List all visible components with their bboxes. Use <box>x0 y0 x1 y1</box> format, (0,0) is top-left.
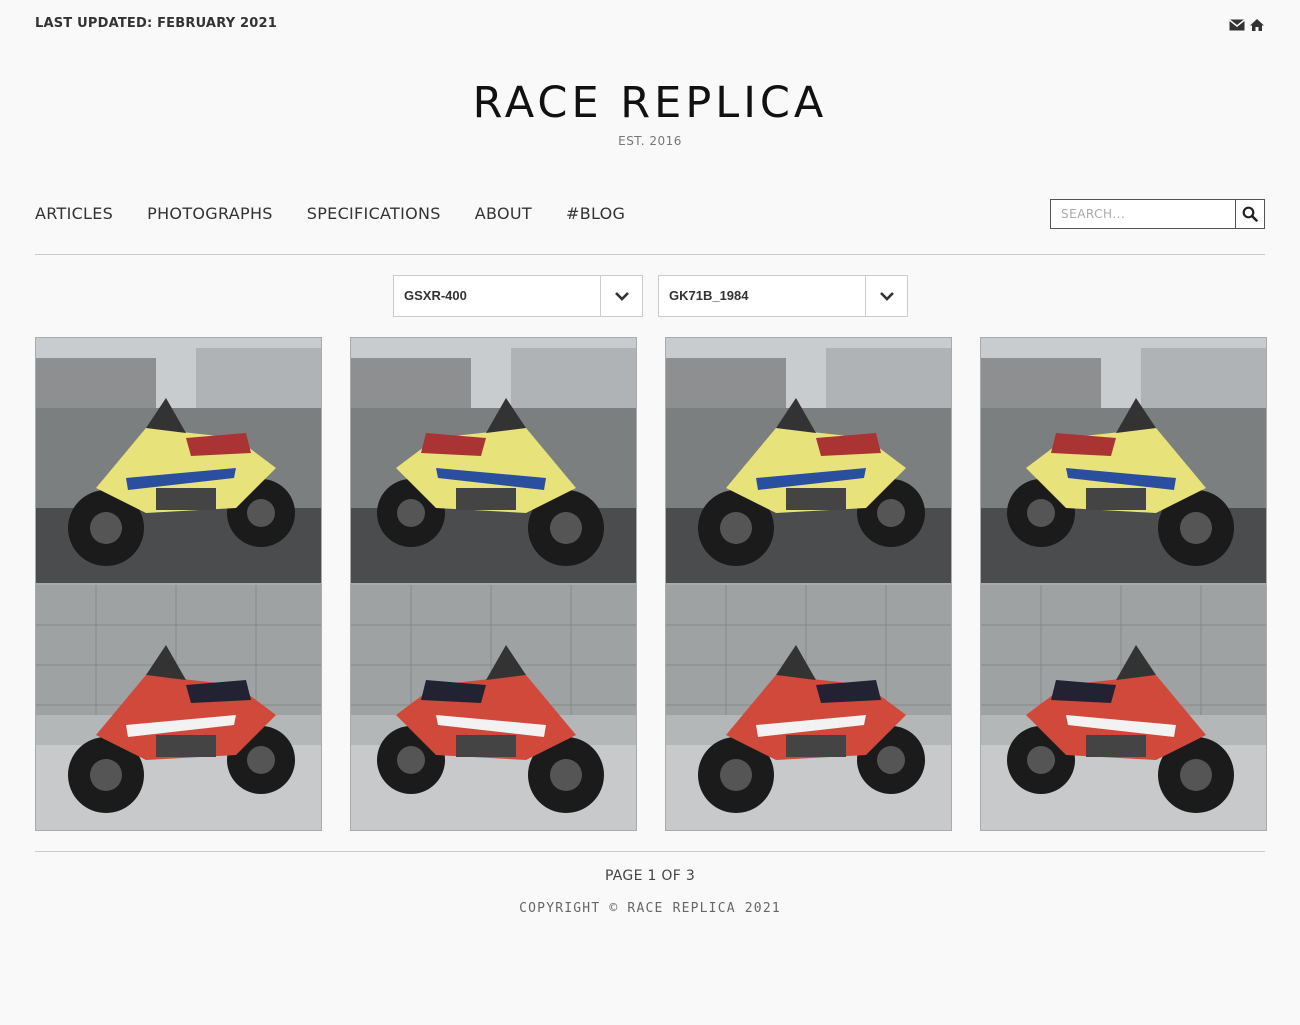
pagination-text: PAGE 1 OF 3 <box>604 868 696 884</box>
gallery-photo[interactable] <box>980 337 1267 584</box>
site-logo[interactable]: RACE REPLICA EST. 2016 <box>0 78 1300 148</box>
search-input[interactable] <box>1051 200 1235 228</box>
nav-item-articles[interactable]: ARTICLES <box>35 204 113 223</box>
model-select[interactable]: GSXR-400 <box>393 275 643 317</box>
filter-bar: GSXR-400 GK71B_1984 <box>393 275 908 317</box>
search-button[interactable] <box>1235 200 1264 228</box>
nav-item-specifications[interactable]: SPECIFICATIONS <box>307 204 441 223</box>
main-nav: ARTICLES PHOTOGRAPHS SPECIFICATIONS ABOU… <box>35 204 659 223</box>
model-select-value: GSXR-400 <box>404 288 467 303</box>
gallery-photo[interactable] <box>665 337 952 584</box>
search-box <box>1050 199 1265 229</box>
divider <box>35 851 1265 852</box>
site-title[interactable]: RACE REPLICA <box>0 78 1300 128</box>
top-bar: LAST UPDATED: FEBRUARY 2021 <box>35 16 1265 36</box>
site-established: EST. 2016 <box>618 134 682 148</box>
envelope-icon[interactable] <box>1229 17 1245 31</box>
photo-gallery <box>35 337 1267 831</box>
nav-item-about[interactable]: ABOUT <box>475 204 532 223</box>
nav-item-blog[interactable]: #BLOG <box>566 204 625 223</box>
gallery-photo[interactable] <box>35 584 322 831</box>
divider <box>35 254 1265 255</box>
variant-select-value: GK71B_1984 <box>669 288 749 303</box>
home-icon[interactable] <box>1249 17 1265 31</box>
gallery-photo[interactable] <box>665 584 952 831</box>
gallery-photo[interactable] <box>35 337 322 584</box>
nav-item-photographs[interactable]: PHOTOGRAPHS <box>147 204 273 223</box>
top-icons <box>1229 17 1265 31</box>
gallery-photo[interactable] <box>350 584 637 831</box>
gallery-photo[interactable] <box>980 584 1267 831</box>
gallery-photo[interactable] <box>350 337 637 584</box>
copyright-text: COPYRIGHT © RACE REPLICA 2021 <box>519 901 781 916</box>
last-updated-text: LAST UPDATED: FEBRUARY 2021 <box>35 16 278 31</box>
search-icon <box>1242 206 1258 222</box>
chevron-down-icon[interactable] <box>600 276 642 316</box>
variant-select[interactable]: GK71B_1984 <box>658 275 908 317</box>
chevron-down-icon[interactable] <box>865 276 907 316</box>
